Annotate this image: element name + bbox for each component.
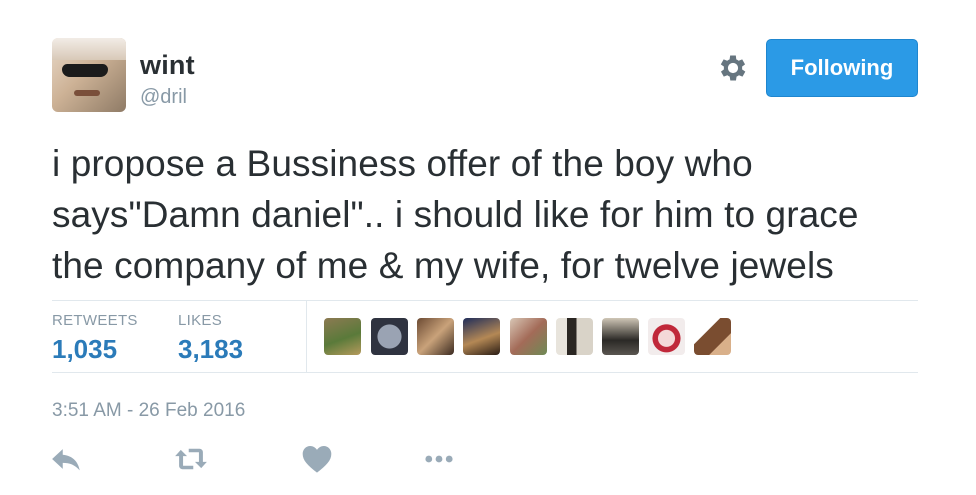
avatar-mouth [74,90,100,96]
tweet-timestamp[interactable]: 3:51 AM - 26 Feb 2016 [52,400,245,422]
likes-label: LIKES [178,312,223,329]
tweet-text-line: the company of me & my wife, for twelve … [52,245,834,286]
likes-count[interactable]: 3,183 [178,334,243,365]
following-button[interactable]: Following [766,39,918,97]
liker-avatar[interactable] [417,318,454,355]
retweets-count[interactable]: 1,035 [52,334,117,365]
liker-avatar[interactable] [648,318,685,355]
liker-avatar[interactable] [324,318,361,355]
tweet-card: wint @dril Following i propose a Bussine… [0,0,976,495]
gear-icon[interactable] [716,51,750,85]
like-icon[interactable] [300,444,334,474]
avatar[interactable] [52,38,126,112]
tweet-text: i propose a Bussiness offer of the boy w… [52,138,932,291]
liker-avatar[interactable] [694,318,731,355]
liker-avatar[interactable] [371,318,408,355]
stats-divider [306,301,307,372]
divider [52,372,918,373]
display-name[interactable]: wint [140,50,195,81]
retweets-label: RETWEETS [52,312,138,329]
liker-avatar[interactable] [602,318,639,355]
liker-avatar[interactable] [463,318,500,355]
avatar-sunglasses [62,64,108,77]
tweet-text-line: i propose a Bussiness offer of the boy w… [52,143,753,184]
liker-avatar[interactable] [556,318,593,355]
divider [52,300,918,301]
reply-icon[interactable] [50,444,84,474]
more-icon[interactable] [422,444,456,474]
liker-avatar[interactable] [510,318,547,355]
user-handle[interactable]: @dril [140,86,187,109]
tweet-text-line: says"Damn daniel".. i should like for hi… [52,194,859,235]
avatar-hair [52,38,126,60]
retweet-icon[interactable] [174,444,208,474]
